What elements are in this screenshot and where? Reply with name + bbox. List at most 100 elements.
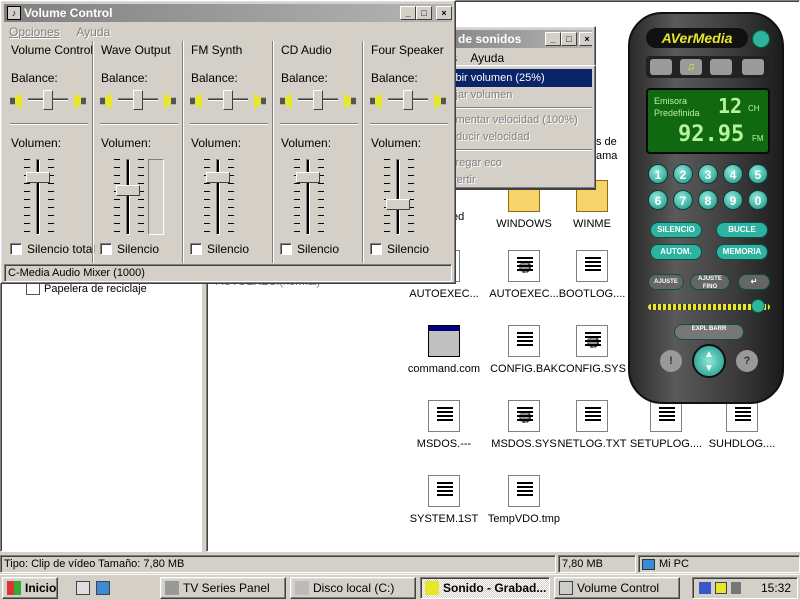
balance-thumb[interactable] xyxy=(133,90,143,110)
file-icon-item[interactable]: NETLOG.TXT xyxy=(552,400,632,450)
volume-label: Volumen: xyxy=(101,136,152,150)
checkbox-box[interactable] xyxy=(280,243,292,255)
desktop-icon[interactable] xyxy=(76,581,90,595)
scan-button[interactable]: EXPL BARR xyxy=(674,324,744,340)
tray-volume-icon[interactable] xyxy=(715,582,727,594)
avermedia-radio-panel: AVerMedia ♫ Emisora Predefinida 12 CH 92… xyxy=(628,12,784,404)
balance-slider[interactable] xyxy=(190,90,266,111)
maximize-button[interactable]: □ xyxy=(561,32,577,46)
speaker-icon xyxy=(559,581,573,595)
mute-checkbox[interactable]: Silencio total xyxy=(10,242,95,256)
start-label: Inicio xyxy=(25,581,57,595)
close-button[interactable]: × xyxy=(436,6,452,20)
explorer-status-bar: Tipo: Clip de vídeo Tamaño: 7,80 MB 7,80… xyxy=(0,553,800,573)
file-icon-item[interactable]: SETUPLOG.... xyxy=(626,400,706,450)
speaker-app-icon: ♪ xyxy=(7,6,21,20)
number-button[interactable]: 5 xyxy=(748,164,768,184)
menu-ayuda[interactable]: Ayuda xyxy=(470,51,504,65)
number-button[interactable]: 7 xyxy=(673,190,693,210)
nav-button[interactable]: ▲ ▼ xyxy=(692,344,726,378)
music-mode-icon[interactable]: ♫ xyxy=(680,59,702,75)
checkbox-box[interactable] xyxy=(10,243,22,255)
number-button[interactable]: 4 xyxy=(723,164,743,184)
number-button[interactable]: 6 xyxy=(648,190,668,210)
balance-slider[interactable] xyxy=(280,90,356,111)
file-icon-item[interactable]: CONFIG.SYS xyxy=(552,325,632,375)
file-icon-item[interactable]: BOOTLOG.... xyxy=(552,250,632,300)
number-button[interactable]: 2 xyxy=(673,164,693,184)
tray-app-icon[interactable] xyxy=(699,582,711,594)
info-button[interactable]: ! xyxy=(660,350,682,372)
task-label: Disco local (C:) xyxy=(313,581,395,595)
task-disco-local[interactable]: Disco local (C:) xyxy=(290,577,416,599)
task-sonido-grabadora[interactable]: Sonido - Grabad... xyxy=(420,577,550,599)
drive-icon xyxy=(295,581,309,595)
power-button[interactable] xyxy=(752,30,770,48)
balance-slider[interactable] xyxy=(370,90,446,111)
video-mode-icon[interactable] xyxy=(742,59,764,75)
fine-tune-up-button[interactable]: AJUSTE FINO xyxy=(690,274,730,290)
memory-button[interactable]: MEMORIA xyxy=(716,244,768,260)
number-button[interactable]: 3 xyxy=(698,164,718,184)
number-button[interactable]: 8 xyxy=(698,190,718,210)
balance-thumb[interactable] xyxy=(223,90,233,110)
mute-checkbox[interactable]: Silencio xyxy=(280,242,339,256)
radio-volume-knob[interactable] xyxy=(750,299,765,313)
number-button[interactable]: 1 xyxy=(648,164,668,184)
fine-tune-down-button[interactable]: AJUSTE xyxy=(648,274,684,290)
balance-slider[interactable] xyxy=(10,90,86,111)
task-volume-control[interactable]: Volume Control xyxy=(554,577,680,599)
checkbox-box[interactable] xyxy=(190,243,202,255)
balance-thumb[interactable] xyxy=(43,90,53,110)
task-tv-series-panel[interactable]: TV Series Panel xyxy=(160,577,286,599)
sound-window-menubar: s Ayuda xyxy=(451,51,504,65)
mixer-channel: Volume Control Balance: Volumen: Silenci… xyxy=(6,41,96,263)
file-icon-item[interactable]: command.com xyxy=(404,325,484,375)
tv-mode-icon[interactable] xyxy=(650,59,672,75)
volume-track xyxy=(216,159,220,235)
file-icon-item[interactable]: TempVDO.tmp xyxy=(484,475,564,525)
volume-slider-thumb[interactable] xyxy=(296,172,320,184)
minimize-button[interactable]: _ xyxy=(400,6,416,20)
file-icon-item[interactable]: SUHDLOG.... xyxy=(702,400,782,450)
loop-button[interactable]: BUCLE xyxy=(716,222,768,238)
menu-ayuda[interactable]: Ayuda xyxy=(76,25,110,39)
volume-slider-thumb[interactable] xyxy=(386,198,410,210)
volume-ticks xyxy=(204,159,210,235)
checkbox-box[interactable] xyxy=(100,243,112,255)
volume-slider-thumb[interactable] xyxy=(206,172,230,184)
status-location-label: Mi PC xyxy=(659,558,689,570)
balance-slider[interactable] xyxy=(100,90,176,111)
volume-control-window: ♪ Volume Control _ □ × Opciones Ayuda Vo… xyxy=(0,0,456,284)
tray-sound-icon[interactable] xyxy=(731,582,741,594)
return-button[interactable]: ↵ xyxy=(738,274,770,290)
volume-slider-thumb[interactable] xyxy=(116,185,140,197)
mute-checkbox[interactable]: Silencio xyxy=(190,242,249,256)
doc-icon xyxy=(726,400,758,432)
browser-icon[interactable] xyxy=(96,581,110,595)
close-button[interactable]: × xyxy=(579,32,592,46)
cd-mode-icon[interactable] xyxy=(710,59,732,75)
menu-opciones[interactable]: Opciones xyxy=(9,25,60,39)
file-icon-item[interactable]: SYSTEM.1ST xyxy=(404,475,484,525)
channel-name: FM Synth xyxy=(191,43,243,57)
sound-window-title: de sonidos xyxy=(458,32,522,46)
file-label: CONFIG.SYS xyxy=(558,363,626,375)
auto-button[interactable]: AUTOM. xyxy=(650,244,702,260)
win-icon xyxy=(428,325,460,357)
file-icon-item[interactable]: MSDOS.--- xyxy=(404,400,484,450)
minimize-button[interactable]: _ xyxy=(545,32,561,46)
balance-thumb[interactable] xyxy=(403,90,413,110)
balance-thumb[interactable] xyxy=(313,90,323,110)
start-button[interactable]: Inicio xyxy=(2,577,58,599)
number-button[interactable]: 0 xyxy=(748,190,768,210)
volume-slider-thumb[interactable] xyxy=(26,172,50,184)
mute-checkbox[interactable]: Silencio xyxy=(100,242,159,256)
mixer-status-bar: C-Media Audio Mixer (1000) xyxy=(4,264,452,282)
number-button[interactable]: 9 xyxy=(723,190,743,210)
mute-checkbox[interactable]: Silencio xyxy=(370,242,429,256)
maximize-button[interactable]: □ xyxy=(416,6,432,20)
help-button[interactable]: ? xyxy=(736,350,758,372)
mute-radio-button[interactable]: SILENCIO xyxy=(650,222,702,238)
checkbox-box[interactable] xyxy=(370,243,382,255)
